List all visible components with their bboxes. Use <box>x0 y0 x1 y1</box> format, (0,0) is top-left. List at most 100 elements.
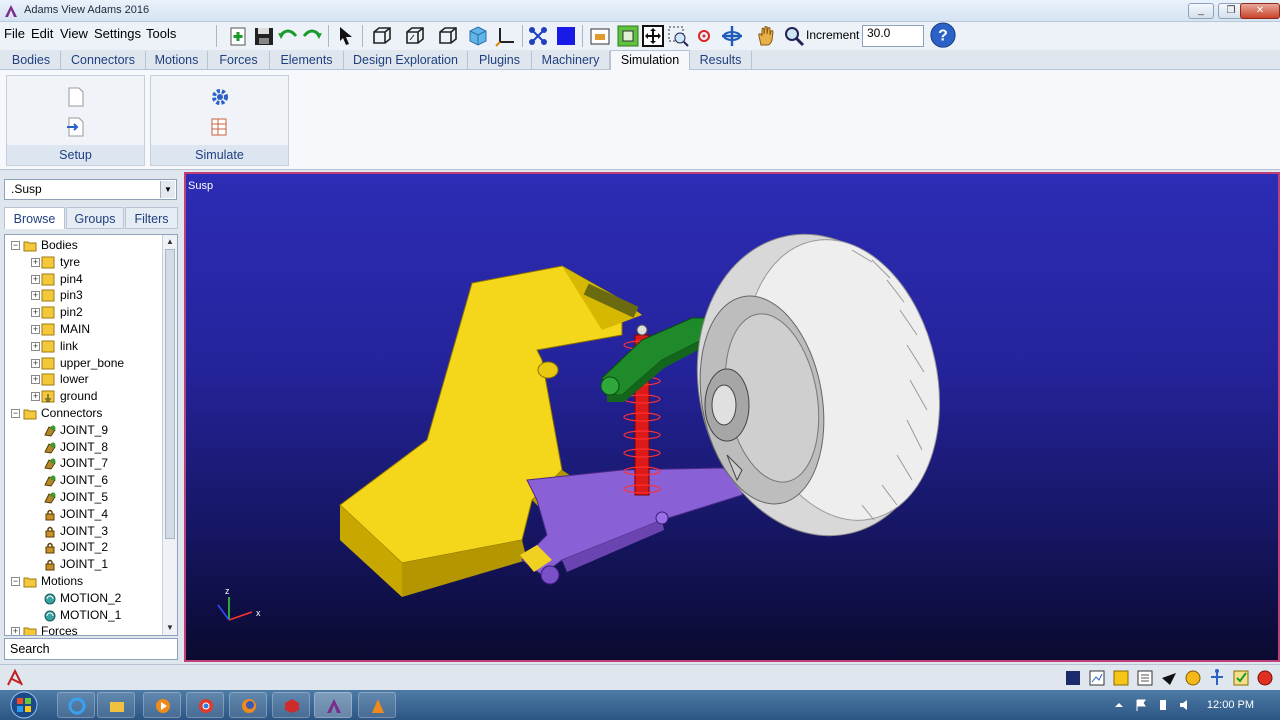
tab-machinery[interactable]: Machinery <box>532 51 610 70</box>
plot-icon[interactable] <box>1088 669 1106 687</box>
close-button[interactable]: ✕ <box>1240 3 1280 19</box>
info-icon[interactable] <box>1112 669 1130 687</box>
tree-item[interactable]: − Bodies <box>5 237 163 254</box>
tab-groups[interactable]: Groups <box>66 207 124 229</box>
zoom-fit-icon[interactable] <box>641 24 665 48</box>
save-icon[interactable] <box>252 24 276 48</box>
tab-plugins[interactable]: Plugins <box>468 51 532 70</box>
scroll-thumb[interactable] <box>165 249 175 539</box>
tree-item[interactable]: + pin2 <box>5 304 163 321</box>
menu-tools[interactable]: Tools <box>146 26 176 41</box>
start-button-icon[interactable] <box>6 691 42 719</box>
minimize-button[interactable]: _ <box>1188 3 1214 19</box>
tree-item[interactable]: JOINT_6 <box>5 472 163 489</box>
model-select[interactable]: .Susp ▼ <box>4 179 177 200</box>
redo-icon[interactable] <box>300 24 324 48</box>
tab-results[interactable]: Results <box>690 51 752 70</box>
help-icon[interactable]: ? <box>928 22 958 50</box>
check-icon[interactable] <box>1232 669 1250 687</box>
tree-item[interactable]: JOINT_7 <box>5 455 163 472</box>
tree-item[interactable]: JOINT_4 <box>5 506 163 523</box>
expand-icon[interactable]: + <box>31 325 40 334</box>
tree-item[interactable]: + upper_bone <box>5 355 163 372</box>
fit-icon[interactable] <box>616 24 640 48</box>
tray-power-icon[interactable] <box>1156 698 1170 712</box>
zoom-box-icon[interactable] <box>666 24 690 48</box>
tree-item[interactable]: + MAIN <box>5 321 163 338</box>
taskbar-clock[interactable]: 12:00 PM <box>1207 699 1254 711</box>
taskbar-app-red[interactable] <box>272 692 310 718</box>
expand-icon[interactable]: + <box>11 627 20 635</box>
new-document-icon[interactable] <box>65 86 87 108</box>
tree-item[interactable]: + link <box>5 338 163 355</box>
expand-icon[interactable]: + <box>31 375 40 385</box>
view-top-icon[interactable] <box>436 24 460 48</box>
tree-item[interactable]: + pin3 <box>5 287 163 304</box>
tree-item[interactable]: JOINT_3 <box>5 523 163 540</box>
search-input[interactable]: Search <box>4 638 178 660</box>
taskbar-vlc[interactable] <box>358 692 396 718</box>
tray-speaker-icon[interactable] <box>1178 698 1192 712</box>
tree-item[interactable]: MOTION_1 <box>5 607 163 624</box>
taskbar-adams[interactable] <box>314 692 352 718</box>
tree-item[interactable]: JOINT_1 <box>5 556 163 573</box>
center-icon[interactable] <box>692 24 716 48</box>
scroll-down-icon[interactable]: ▼ <box>164 622 176 634</box>
scroll-up-icon[interactable]: ▲ <box>164 236 176 248</box>
render-mode-icon[interactable] <box>1160 669 1178 687</box>
select-arrow-icon[interactable] <box>334 24 358 48</box>
lighting-icon[interactable] <box>1184 669 1202 687</box>
pan-hand-icon[interactable] <box>754 24 778 48</box>
tree-scrollbar[interactable]: ▲ ▼ <box>162 235 177 635</box>
view-front-icon[interactable] <box>370 24 394 48</box>
collapse-icon[interactable]: − <box>11 409 20 418</box>
taskbar-chrome[interactable] <box>186 692 224 718</box>
tray-expand-icon[interactable] <box>1112 698 1126 712</box>
taskbar-media[interactable] <box>143 692 181 718</box>
network-icon[interactable] <box>1208 669 1226 687</box>
grid-icon[interactable] <box>1136 669 1154 687</box>
suspension-model[interactable]: z x <box>186 174 1278 660</box>
rotate-icon[interactable] <box>720 24 744 48</box>
increment-input[interactable]: 30.0 <box>862 25 924 47</box>
expand-icon[interactable]: + <box>31 392 40 402</box>
tab-forces[interactable]: Forces <box>208 51 270 70</box>
view-iso-icon[interactable] <box>466 24 490 48</box>
ribbon-group-label[interactable]: Setup <box>7 145 144 165</box>
expand-icon[interactable]: + <box>31 358 40 368</box>
import-icon[interactable] <box>65 116 87 138</box>
triad-icon[interactable] <box>494 24 518 48</box>
menu-view[interactable]: View <box>60 26 88 41</box>
expand-icon[interactable]: + <box>31 341 40 351</box>
tab-connectors[interactable]: Connectors <box>61 51 146 70</box>
tab-elements[interactable]: Elements <box>270 51 344 70</box>
tree-item[interactable]: + Forces <box>5 623 163 635</box>
zoom-icon[interactable] <box>782 24 806 48</box>
3d-viewport[interactable]: Susp z x <box>184 172 1280 662</box>
tab-filters[interactable]: Filters <box>125 207 178 229</box>
tab-motions[interactable]: Motions <box>146 51 208 70</box>
adams-status-icon[interactable] <box>6 669 24 687</box>
mesh-icon[interactable] <box>526 24 550 48</box>
tyre[interactable] <box>670 212 964 558</box>
collapse-icon[interactable]: − <box>11 241 20 250</box>
tree-item[interactable]: + tyre <box>5 254 163 271</box>
tab-bodies[interactable]: Bodies <box>2 51 61 70</box>
undo-icon[interactable] <box>276 24 300 48</box>
shaded-icon[interactable] <box>554 24 578 48</box>
stop-icon[interactable] <box>1256 669 1274 687</box>
taskbar-ie[interactable] <box>57 692 95 718</box>
tree-item[interactable]: + ground <box>5 388 163 405</box>
window-icon[interactable] <box>1064 669 1082 687</box>
menu-settings[interactable]: Settings <box>94 26 141 41</box>
tab-simulation[interactable]: Simulation <box>610 50 690 71</box>
tree-item[interactable]: JOINT_8 <box>5 439 163 456</box>
new-model-icon[interactable] <box>226 24 250 48</box>
tree-item[interactable]: + pin4 <box>5 271 163 288</box>
menu-edit[interactable]: Edit <box>31 26 53 41</box>
taskbar-explorer[interactable] <box>97 692 135 718</box>
view-right-icon[interactable] <box>403 24 427 48</box>
expand-icon[interactable]: + <box>31 274 40 284</box>
collapse-icon[interactable]: − <box>11 577 20 586</box>
simulation-table-icon[interactable] <box>209 116 231 138</box>
